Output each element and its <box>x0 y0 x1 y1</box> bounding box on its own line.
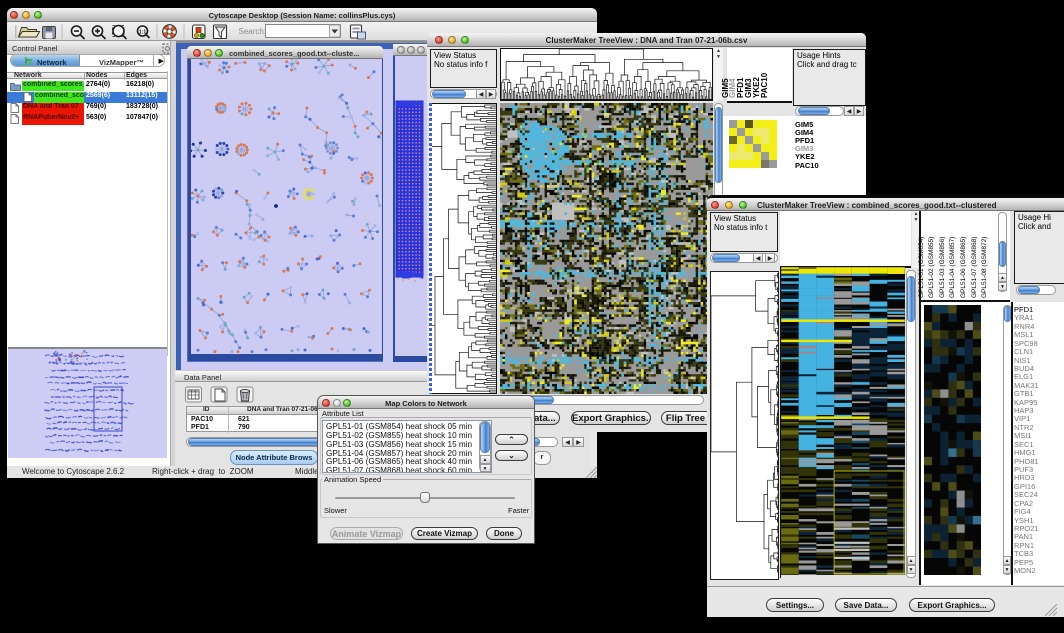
svg-text:Search:: Search: <box>239 27 267 36</box>
svg-text:1:1: 1:1 <box>139 30 146 36</box>
